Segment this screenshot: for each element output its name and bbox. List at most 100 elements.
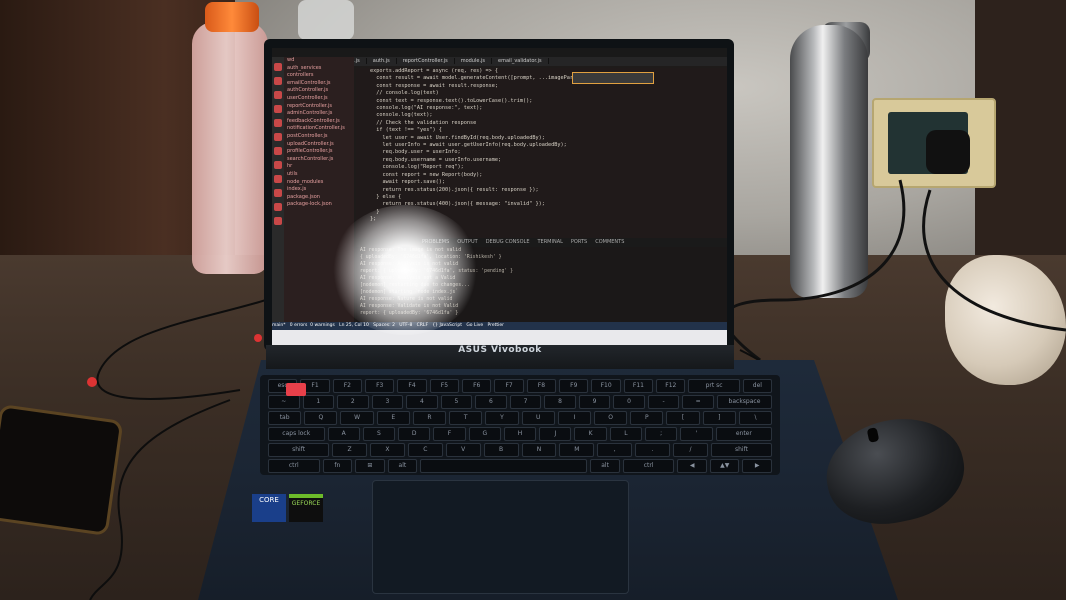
key[interactable]: ctrl: [268, 459, 320, 473]
activity-icon[interactable]: [274, 175, 282, 183]
activity-icon[interactable]: [274, 189, 282, 197]
key[interactable]: K: [574, 427, 607, 441]
key[interactable]: F2: [332, 379, 363, 393]
key[interactable]: 6: [475, 395, 507, 409]
key[interactable]: ,: [597, 443, 633, 457]
key[interactable]: B: [483, 443, 519, 457]
activity-icon[interactable]: [274, 133, 282, 141]
windows-taskbar[interactable]: [272, 330, 727, 345]
touchpad[interactable]: [372, 480, 629, 594]
key[interactable]: -: [647, 395, 680, 409]
ide-tabbar[interactable]: user_ncntc_controllers.jsauth.jsreportCo…: [292, 57, 727, 66]
key[interactable]: A: [327, 427, 360, 441]
key[interactable]: T: [449, 411, 483, 425]
key[interactable]: 9: [578, 395, 611, 409]
key[interactable]: ▶: [742, 459, 772, 473]
key[interactable]: W: [340, 411, 374, 425]
key[interactable]: enter: [715, 427, 773, 441]
activity-icon[interactable]: [274, 217, 282, 225]
key[interactable]: F10: [591, 379, 621, 393]
key[interactable]: tab: [268, 411, 302, 425]
activity-icon[interactable]: [274, 77, 282, 85]
key[interactable]: /: [673, 443, 708, 457]
panel-tab[interactable]: PORTS: [571, 239, 587, 245]
key[interactable]: 5: [440, 395, 473, 409]
key[interactable]: F: [433, 427, 466, 441]
activity-icon[interactable]: [274, 147, 282, 155]
key[interactable]: F7: [494, 379, 524, 393]
activity-icon[interactable]: [274, 161, 282, 169]
panel-tab[interactable]: DEBUG CONSOLE: [486, 239, 530, 245]
windows-key-icon[interactable]: ⊞: [355, 459, 385, 473]
key[interactable]: ]: [702, 411, 736, 425]
editor-tab[interactable]: auth.js: [366, 58, 397, 64]
find-widget[interactable]: [572, 72, 654, 84]
key[interactable]: F9: [559, 379, 589, 393]
panel-tab[interactable]: COMMENTS: [595, 239, 624, 245]
key[interactable]: ctrl: [622, 459, 675, 473]
key[interactable]: 1: [302, 395, 335, 409]
ide-activity-bar[interactable]: [272, 57, 284, 322]
activity-icon[interactable]: [274, 119, 282, 127]
key[interactable]: S: [362, 427, 396, 441]
key[interactable]: F12: [656, 379, 686, 393]
key[interactable]: .: [635, 443, 671, 457]
editor-tab[interactable]: module.js: [454, 58, 493, 64]
key[interactable]: \: [738, 411, 773, 425]
key[interactable]: F8: [526, 379, 557, 393]
key[interactable]: ': [680, 427, 713, 441]
activity-icon[interactable]: [274, 91, 282, 99]
key[interactable]: ▲▼: [709, 459, 740, 473]
key[interactable]: =: [682, 395, 714, 409]
key[interactable]: R: [412, 411, 447, 425]
key[interactable]: ~: [268, 395, 300, 409]
key[interactable]: Z: [332, 443, 368, 457]
key[interactable]: I: [557, 411, 591, 425]
key[interactable]: M: [559, 443, 595, 457]
editor-tab[interactable]: reportController.js: [396, 58, 455, 64]
editor-tab[interactable]: email_validator.js: [492, 58, 549, 64]
key[interactable]: J: [539, 427, 572, 441]
key[interactable]: F5: [429, 379, 460, 393]
panel-tab[interactable]: TERMINAL: [537, 239, 562, 245]
key[interactable]: 2: [337, 395, 369, 409]
key[interactable]: C: [407, 443, 443, 457]
key[interactable]: P: [630, 411, 664, 425]
key[interactable]: prt sc: [688, 379, 740, 393]
key[interactable]: O: [593, 411, 628, 425]
key[interactable]: ◀: [677, 459, 707, 473]
power-key-icon[interactable]: [286, 383, 306, 396]
key[interactable]: Y: [485, 411, 519, 425]
key[interactable]: F6: [462, 379, 492, 393]
key[interactable]: F11: [623, 379, 654, 393]
key[interactable]: G: [468, 427, 501, 441]
key[interactable]: backspace: [716, 395, 773, 409]
key[interactable]: U: [521, 411, 555, 425]
key[interactable]: D: [398, 427, 431, 441]
key[interactable]: Q: [304, 411, 338, 425]
key[interactable]: H: [503, 427, 537, 441]
key[interactable]: shift: [710, 443, 773, 457]
key[interactable]: 3: [371, 395, 404, 409]
key[interactable]: del: [742, 379, 773, 393]
activity-icon[interactable]: [274, 63, 282, 71]
key[interactable]: E: [376, 411, 410, 425]
key[interactable]: X: [370, 443, 405, 457]
key[interactable]: F3: [365, 379, 395, 393]
key[interactable]: alt: [387, 459, 418, 473]
key[interactable]: [420, 459, 588, 473]
key[interactable]: [: [666, 411, 700, 425]
key[interactable]: 7: [509, 395, 542, 409]
key[interactable]: V: [445, 443, 481, 457]
key[interactable]: shift: [268, 443, 330, 457]
key[interactable]: alt: [590, 459, 620, 473]
activity-icon[interactable]: [274, 105, 282, 113]
key[interactable]: N: [521, 443, 557, 457]
key[interactable]: 4: [406, 395, 438, 409]
key[interactable]: fn: [322, 459, 353, 473]
key[interactable]: 8: [544, 395, 576, 409]
key[interactable]: L: [609, 427, 643, 441]
key[interactable]: caps lock: [268, 427, 325, 441]
key[interactable]: ;: [645, 427, 678, 441]
activity-icon[interactable]: [274, 203, 282, 211]
